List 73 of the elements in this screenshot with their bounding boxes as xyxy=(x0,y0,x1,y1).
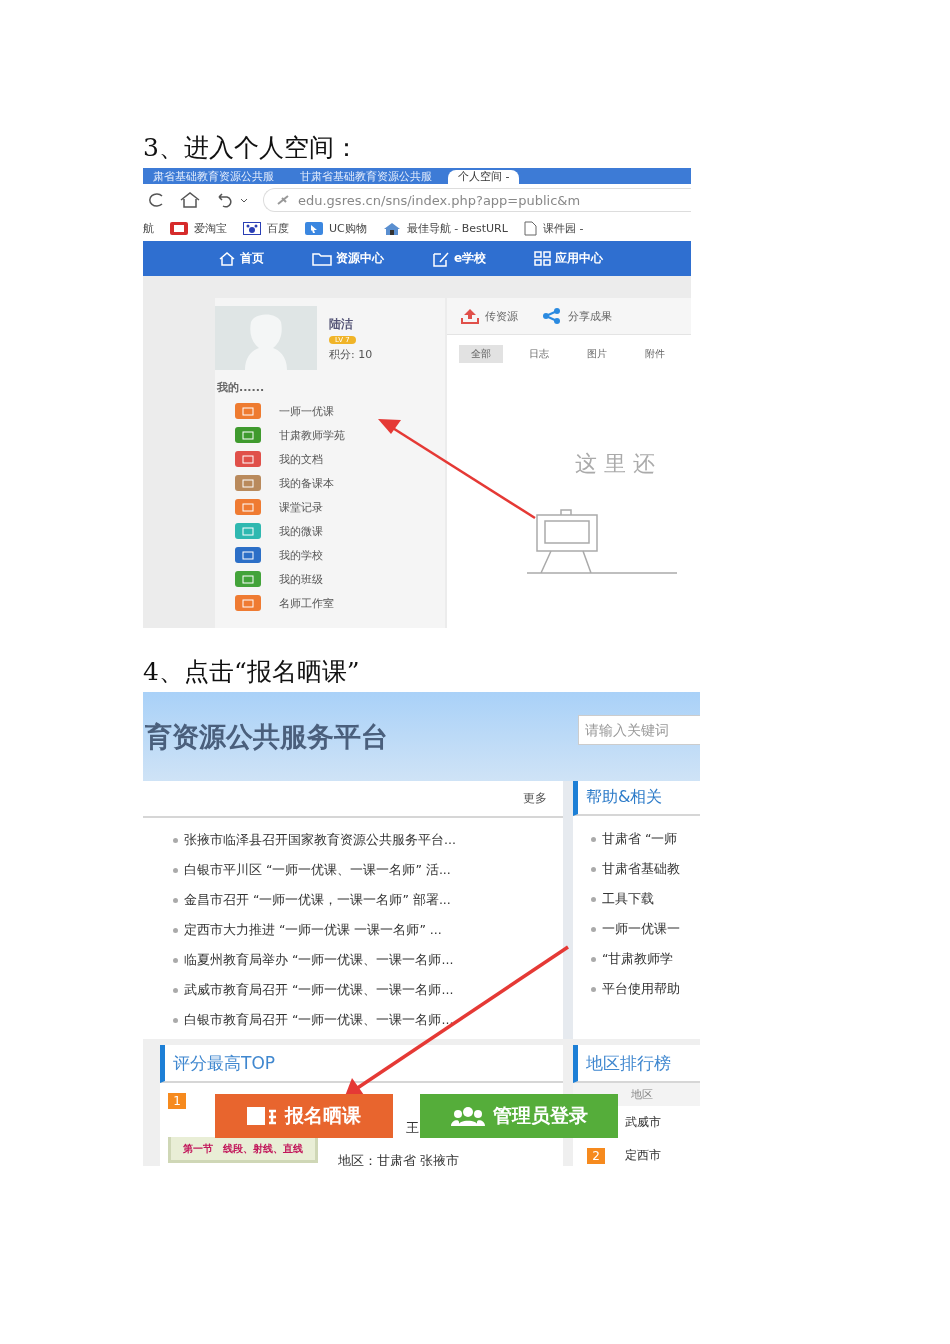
browser-tab[interactable]: 甘肃省基础教育资源公共服 xyxy=(290,170,442,184)
action-button[interactable]: 传资源 xyxy=(461,308,518,324)
news-link[interactable]: 金昌市召开 “一师一优课，一课一名师” 部署... xyxy=(184,891,451,909)
help-link[interactable]: “甘肃教师学 xyxy=(602,950,674,968)
home-icon[interactable] xyxy=(179,191,201,209)
points-text: 积分: 10 xyxy=(329,347,373,362)
section-heading: 我的...... xyxy=(217,380,266,395)
news-link[interactable]: 临夏州教育局举办 “一师一优课、一课一名师... xyxy=(184,951,454,969)
filter-tab[interactable]: 日志 xyxy=(517,345,561,363)
author-text: 王 xyxy=(406,1119,420,1137)
nav-item[interactable]: e学校 xyxy=(432,250,487,267)
help-link[interactable]: 平台使用帮助 xyxy=(602,980,680,998)
empty-message: 这 里 还 xyxy=(575,450,656,478)
more-link[interactable]: 更多 xyxy=(523,790,547,807)
browser-tab[interactable]: 个人空间 - xyxy=(448,170,520,184)
nav-item[interactable]: 资源中心 xyxy=(312,250,384,267)
thumbnail-caption: 第一节 线段、射线、直线 xyxy=(183,1142,303,1156)
menu-link[interactable]: 我的备课本 xyxy=(279,475,334,491)
menu-link[interactable]: 我的微课 xyxy=(279,523,323,539)
bookmark-link[interactable]: UC购物 xyxy=(329,221,367,236)
bookmark-link[interactable]: 最佳导航 - BestURL xyxy=(406,221,508,236)
step-heading: 4、点击“报名晒课” xyxy=(143,656,361,688)
news-link[interactable]: 张掖市临泽县召开国家教育资源公共服务平台... xyxy=(184,831,456,849)
menu-link[interactable]: 甘肃教师学苑 xyxy=(279,427,345,443)
help-link[interactable]: 工具下载 xyxy=(602,890,654,908)
nav-item[interactable]: 应用中心 xyxy=(534,250,604,267)
menu-link[interactable]: 我的班级 xyxy=(279,571,323,587)
help-link[interactable]: 一师一优课一 xyxy=(602,920,680,938)
menu-link[interactable]: 我的文档 xyxy=(279,451,323,467)
news-link[interactable]: 白银市平川区 “一师一优课、一课一名师” 活... xyxy=(184,861,451,879)
action-button[interactable]: 分享成果 xyxy=(542,308,612,324)
bookmark-link[interactable]: 课件园 - xyxy=(542,221,584,236)
help-link[interactable]: 甘肃省基础教 xyxy=(602,860,680,878)
menu-link[interactable]: 一师一优课 xyxy=(279,403,334,419)
menu-link[interactable]: 名师工作室 xyxy=(279,595,334,611)
site-title: 育资源公共服务平台 xyxy=(144,719,388,754)
url-text: edu.gsres.cn/sns/index.php?app=public&m xyxy=(298,192,581,208)
edit-icon xyxy=(432,250,450,267)
grid-icon xyxy=(534,251,552,266)
bookmark-link[interactable]: 航 xyxy=(143,221,154,236)
region-name: 定西市 xyxy=(625,1147,661,1164)
news-link[interactable]: 白银市教育局召开 “一师一优课、一课一名师... xyxy=(184,1011,454,1029)
undo-icon[interactable] xyxy=(215,192,249,208)
browser-tab[interactable]: 肃省基础教育资源公共服 xyxy=(143,170,284,184)
news-link[interactable]: 定西市大力推进 “一师一优课 一课一名师” ... xyxy=(184,921,442,939)
filter-tab[interactable]: 全部 xyxy=(459,345,503,363)
page-icon xyxy=(523,221,537,236)
taobao-icon xyxy=(170,222,188,235)
region-name: 武威市 xyxy=(625,1114,661,1131)
rank-badge: 2 xyxy=(587,1147,605,1164)
nav-item[interactable]: 首页 xyxy=(218,250,264,267)
folder-icon xyxy=(312,251,332,266)
users-icon xyxy=(450,1106,485,1126)
filter-tab[interactable]: 图片 xyxy=(575,345,619,363)
search-field[interactable]: 请输入关键词 xyxy=(578,714,700,745)
lesson-thumbnail[interactable]: 第一节 线段、射线、直线 xyxy=(168,1137,318,1163)
menu-link[interactable]: 我的学校 xyxy=(279,547,323,563)
bookmark-link[interactable]: 百度 xyxy=(267,221,289,236)
section-title: 评分最高TOP xyxy=(160,1045,563,1083)
house-icon xyxy=(382,221,401,236)
step-heading: 3、进入个人空间： xyxy=(143,132,360,164)
user-name: 陆洁 xyxy=(329,316,354,333)
filter-tab[interactable]: 附件 xyxy=(633,345,677,363)
home-icon xyxy=(218,251,236,266)
rank-badge: 1 xyxy=(168,1093,186,1109)
help-link[interactable]: 甘肃省 “一师 xyxy=(602,830,678,848)
menu-link[interactable]: 课堂记录 xyxy=(279,499,323,515)
section-title: 帮助&相关 xyxy=(573,781,700,816)
news-link[interactable]: 武威市教育局召开 “一师一优课、一课一名师... xyxy=(184,981,454,999)
share-icon xyxy=(542,308,562,324)
cursor-icon xyxy=(305,222,323,235)
paw-icon xyxy=(243,222,261,235)
bookmark-link[interactable]: 爱淘宝 xyxy=(194,221,227,236)
